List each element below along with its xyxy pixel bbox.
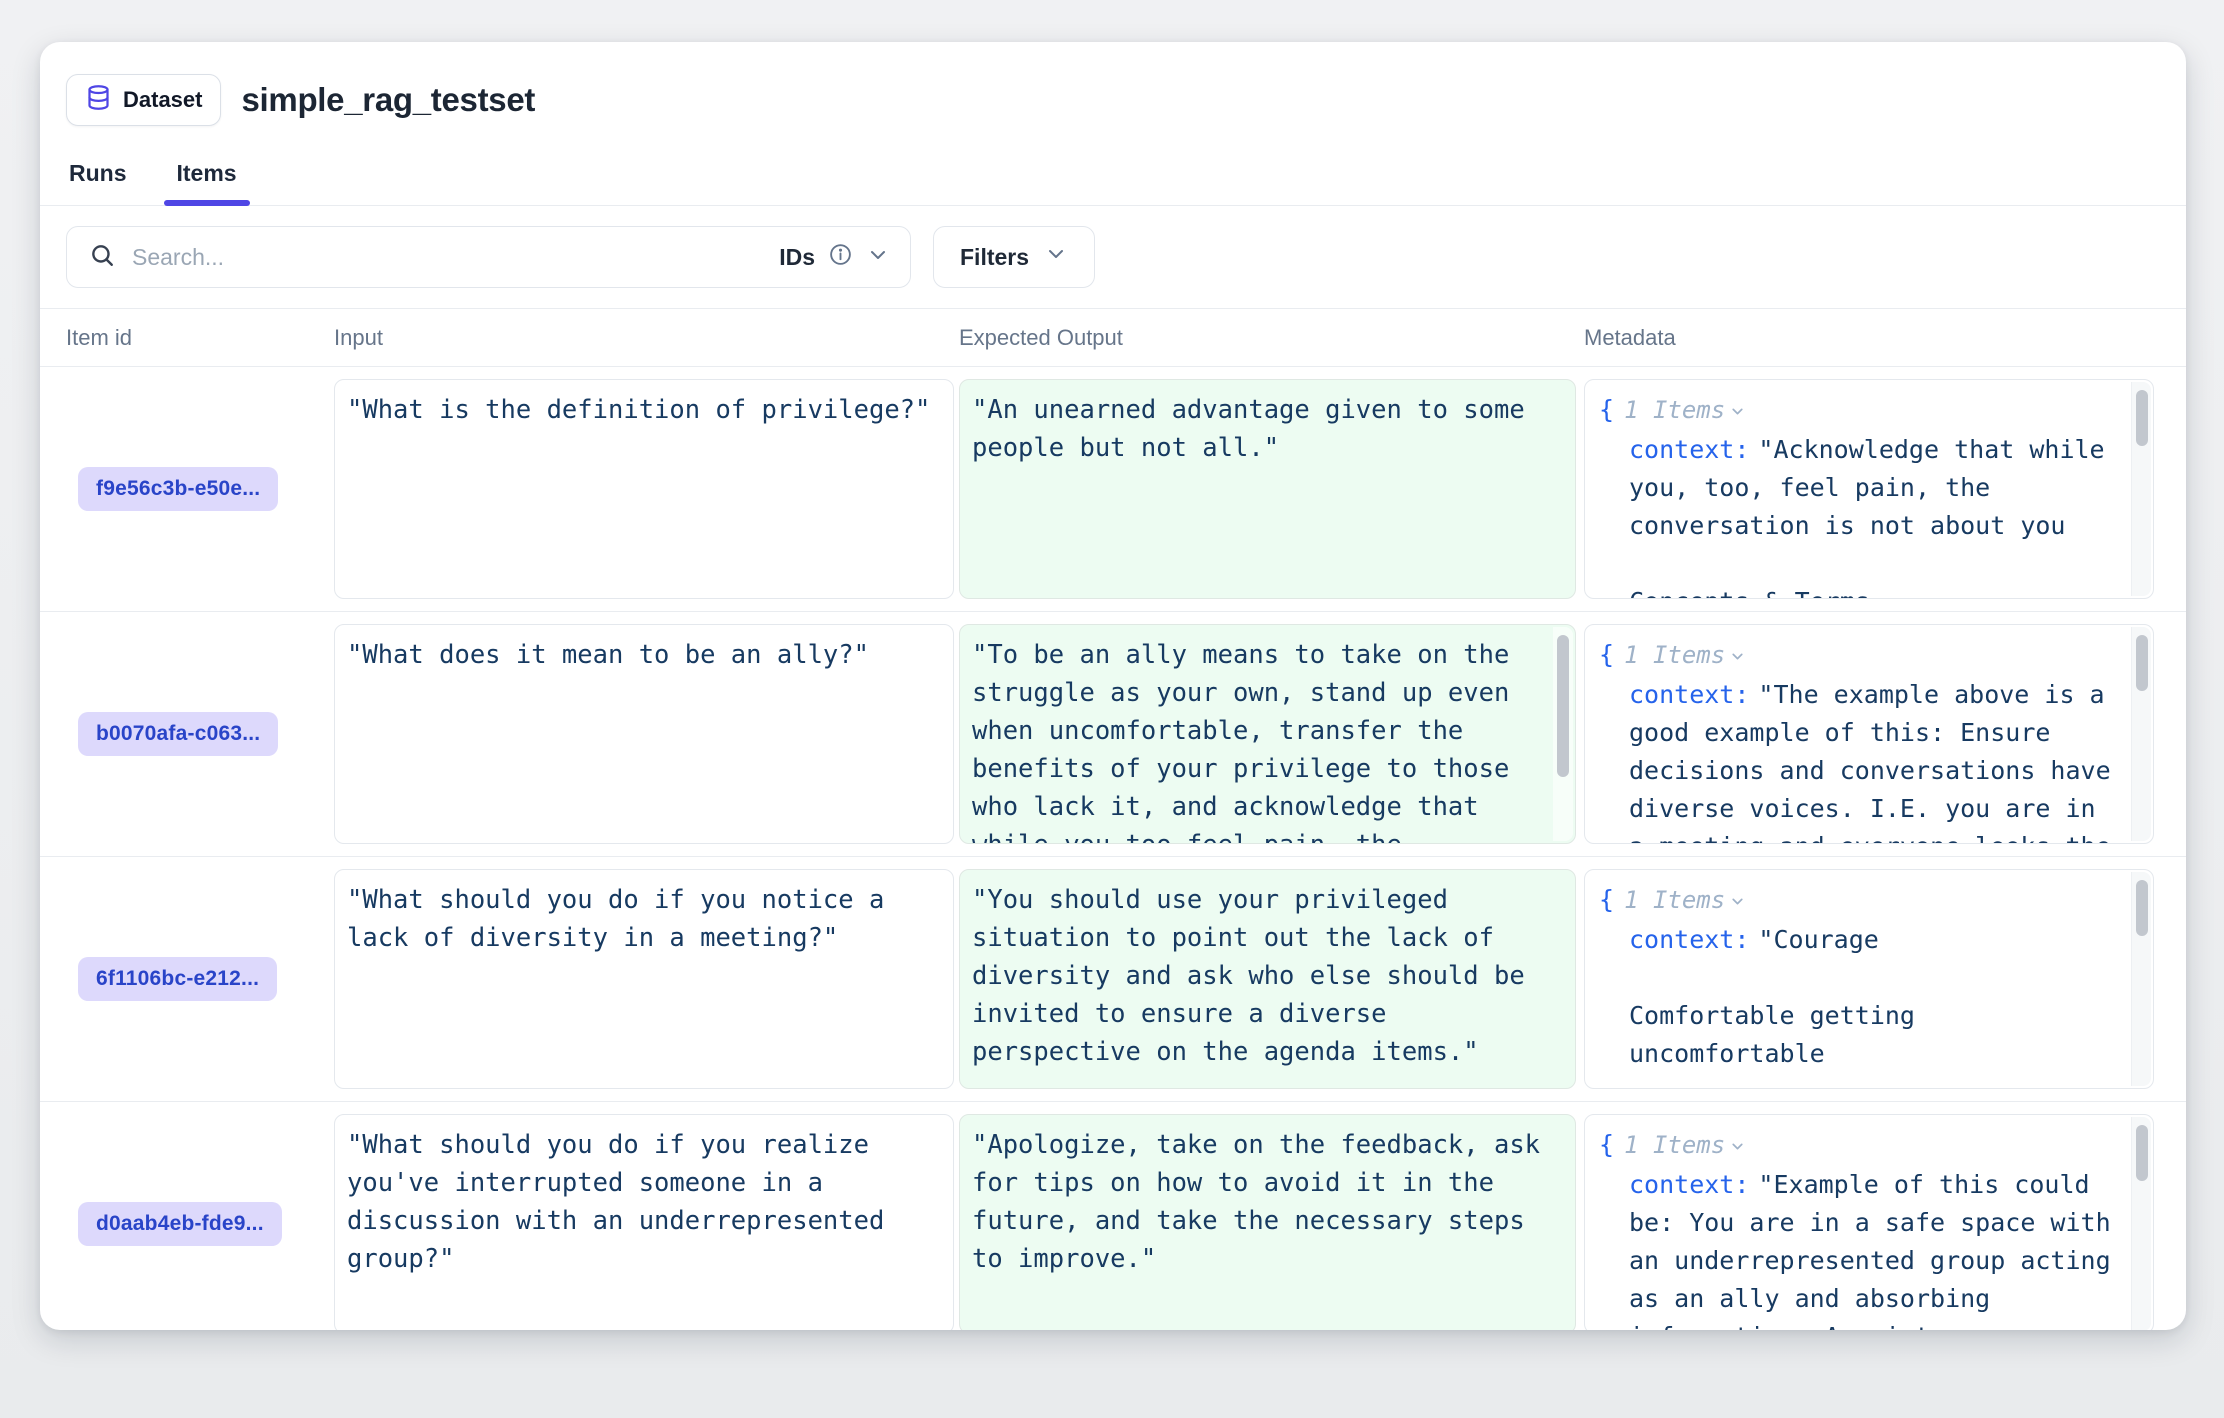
- chevron-down-icon[interactable]: [1729, 883, 1746, 921]
- column-header-input: Input: [334, 325, 959, 351]
- scrollbar-thumb[interactable]: [1557, 635, 1569, 777]
- json-open-brace: {: [1599, 1130, 1614, 1159]
- table-row: b0070afa-c063... "What does it mean to b…: [40, 612, 2186, 857]
- tab-runs[interactable]: Runs: [67, 150, 129, 205]
- metadata-items-count: 1 Items: [1624, 886, 1725, 914]
- input-cell[interactable]: "What should you do if you notice a lack…: [334, 869, 954, 1089]
- tab-items-label: Items: [177, 160, 237, 186]
- item-id-badge[interactable]: b0070afa-c063...: [78, 712, 278, 756]
- metadata-json-root[interactable]: {1 Items: [1599, 391, 2119, 431]
- scrollbar-thumb[interactable]: [2136, 880, 2148, 936]
- expected-output-text: "An unearned advantage given to some peo…: [972, 391, 1563, 467]
- input-text: "What does it mean to be an ally?": [347, 636, 941, 674]
- scrollbar-track[interactable]: [2131, 382, 2151, 596]
- expected-output-text: "To be an ally means to take on the stru…: [972, 636, 1563, 844]
- active-tab-indicator: [164, 200, 250, 206]
- scrollbar-thumb[interactable]: [2136, 635, 2148, 691]
- search-icon: [89, 242, 115, 273]
- tab-items[interactable]: Items: [175, 150, 239, 205]
- item-id-badge[interactable]: f9e56c3b-e50e...: [78, 467, 278, 511]
- metadata-key: context:: [1629, 435, 1749, 464]
- scrollbar-thumb[interactable]: [2136, 390, 2148, 446]
- table-row: d0aab4eb-fde9... "What should you do if …: [40, 1102, 2186, 1330]
- json-open-brace: {: [1599, 885, 1614, 914]
- filters-button[interactable]: Filters: [933, 226, 1095, 288]
- scrollbar-track[interactable]: [2131, 627, 2151, 841]
- expected-output-text: "You should use your privileged situatio…: [972, 881, 1563, 1071]
- chevron-down-icon[interactable]: [1729, 1128, 1746, 1166]
- scrollbar-track[interactable]: [2131, 1117, 2151, 1330]
- input-cell[interactable]: "What is the definition of privilege?": [334, 379, 954, 599]
- dataset-page-card: Dataset simple_rag_testset Runs Items ID…: [40, 42, 2186, 1330]
- metadata-cell[interactable]: {1 Items context:"Courage Comfortable ge…: [1584, 869, 2154, 1089]
- chevron-down-icon: [1044, 242, 1068, 272]
- metadata-key: context:: [1629, 680, 1749, 709]
- metadata-json-root[interactable]: {1 Items: [1599, 881, 2119, 921]
- metadata-content: context:"The example above is a good exa…: [1599, 676, 2119, 844]
- search-scope-selector[interactable]: IDs: [779, 242, 890, 272]
- expected-output-text: "Apologize, take on the feedback, ask fo…: [972, 1126, 1563, 1278]
- dataset-type-badge: Dataset: [66, 74, 221, 126]
- input-cell[interactable]: "What should you do if you realize you'v…: [334, 1114, 954, 1330]
- column-header-expected-output: Expected Output: [959, 325, 1584, 351]
- metadata-json-root[interactable]: {1 Items: [1599, 636, 2119, 676]
- column-header-metadata: Metadata: [1584, 325, 2160, 351]
- metadata-key: context:: [1629, 1170, 1749, 1199]
- chevron-down-icon: [866, 243, 890, 272]
- item-id-badge[interactable]: 6f1106bc-e212...: [78, 957, 277, 1001]
- expected-output-cell[interactable]: "An unearned advantage given to some peo…: [959, 379, 1576, 599]
- table-row: 6f1106bc-e212... "What should you do if …: [40, 857, 2186, 1102]
- search-scope-value: IDs: [779, 244, 815, 271]
- table-header-row: Item id Input Expected Output Metadata: [40, 309, 2186, 367]
- input-text: "What should you do if you realize you'v…: [347, 1126, 941, 1278]
- filters-button-label: Filters: [960, 244, 1029, 271]
- metadata-content: context:"Acknowledge that while you, too…: [1599, 431, 2119, 599]
- chevron-down-icon[interactable]: [1729, 638, 1746, 676]
- toolbar: IDs Filters: [40, 206, 2186, 309]
- expected-output-cell[interactable]: "You should use your privileged situatio…: [959, 869, 1576, 1089]
- metadata-cell[interactable]: {1 Items context:"The example above is a…: [1584, 624, 2154, 844]
- input-cell[interactable]: "What does it mean to be an ally?": [334, 624, 954, 844]
- json-open-brace: {: [1599, 640, 1614, 669]
- tab-bar: Runs Items: [40, 150, 2186, 206]
- metadata-cell[interactable]: {1 Items context:"Acknowledge that while…: [1584, 379, 2154, 599]
- metadata-content: context:"Courage Comfortable getting unc…: [1599, 921, 2119, 1089]
- info-icon: [828, 242, 853, 272]
- database-icon: [85, 84, 112, 117]
- dataset-badge-label: Dataset: [123, 87, 202, 113]
- page-header: Dataset simple_rag_testset: [40, 42, 2186, 126]
- metadata-key: context:: [1629, 925, 1749, 954]
- metadata-json-root[interactable]: {1 Items: [1599, 1126, 2119, 1166]
- expected-output-cell[interactable]: "To be an ally means to take on the stru…: [959, 624, 1576, 844]
- input-text: "What is the definition of privilege?": [347, 391, 941, 429]
- chevron-down-icon[interactable]: [1729, 393, 1746, 431]
- json-open-brace: {: [1599, 395, 1614, 424]
- metadata-content: context:"Example of this could be: You a…: [1599, 1166, 2119, 1330]
- search-input[interactable]: [130, 243, 764, 272]
- item-id-badge[interactable]: d0aab4eb-fde9...: [78, 1202, 282, 1246]
- input-text: "What should you do if you notice a lack…: [347, 881, 941, 957]
- search-box[interactable]: IDs: [66, 226, 911, 288]
- table-row: f9e56c3b-e50e... "What is the definition…: [40, 367, 2186, 612]
- column-header-item-id: Item id: [66, 325, 334, 351]
- metadata-cell[interactable]: {1 Items context:"Example of this could …: [1584, 1114, 2154, 1330]
- metadata-items-count: 1 Items: [1624, 396, 1725, 424]
- expected-output-cell[interactable]: "Apologize, take on the feedback, ask fo…: [959, 1114, 1576, 1330]
- metadata-items-count: 1 Items: [1624, 1131, 1725, 1159]
- metadata-items-count: 1 Items: [1624, 641, 1725, 669]
- page-title: simple_rag_testset: [241, 81, 535, 119]
- scrollbar-track[interactable]: [2131, 872, 2151, 1086]
- scrollbar-thumb[interactable]: [2136, 1125, 2148, 1181]
